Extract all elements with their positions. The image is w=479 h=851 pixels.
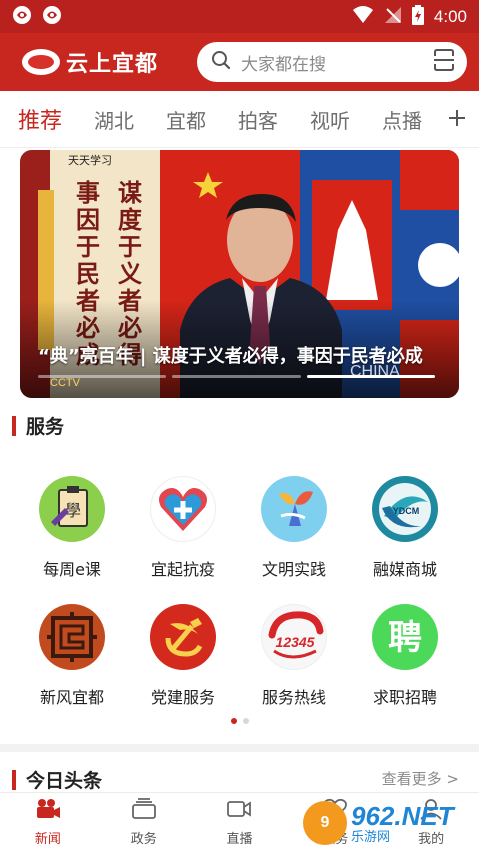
headlines-header: 今日头条	[12, 766, 102, 793]
service-label: 服务热线	[261, 688, 326, 707]
service-item-recruitment[interactable]: 聘 求职招聘	[350, 604, 460, 708]
status-bar: 4:00	[0, 0, 479, 33]
service-item-anti-epidemic[interactable]: 宜起抗疫	[128, 476, 238, 580]
headlines-title: 今日头条	[26, 770, 103, 792]
pattern-seal-icon	[39, 604, 105, 670]
section-marker	[12, 415, 16, 436]
banner-caption: “典”亮百年 | 谋度于义者必得，事因于民者必成	[38, 346, 423, 367]
nav-label: 直播	[226, 831, 253, 847]
news-banner[interactable]: 天天学习 事因于民者必成 谋度于义者必得 CCTV CHINA “典”亮百年 |…	[20, 150, 459, 398]
app-title: 云上宜都	[66, 52, 159, 77]
service-label: 文明实践	[261, 560, 326, 579]
search-icon	[211, 50, 231, 74]
service-label: 融媒商城	[372, 560, 437, 579]
watermark-sub: 乐游网	[351, 829, 391, 845]
scan-icon[interactable]	[433, 48, 455, 76]
service-item-party-building[interactable]: 党建服务	[128, 604, 238, 708]
government-icon	[131, 797, 157, 824]
tab-dianbo[interactable]: 点播	[382, 105, 422, 134]
page-dot[interactable]	[242, 718, 249, 724]
tab-shiting[interactable]: 视听	[310, 105, 350, 134]
svg-text:YDCM: YDCM	[393, 506, 420, 516]
service-label: 新风宜都	[39, 688, 104, 707]
scroll-header: 天天学习	[68, 153, 112, 167]
banner-indicator	[38, 375, 435, 378]
services-header: 服务	[12, 412, 64, 439]
service-item-new-style-yidu[interactable]: 新风宜都	[17, 604, 127, 708]
section-marker	[12, 769, 16, 790]
nav-live[interactable]: 直播	[192, 793, 288, 851]
nav-label: 政务	[130, 831, 157, 847]
status-system: 4:00	[352, 4, 467, 29]
clipboard-learn-icon: 學	[39, 476, 105, 542]
tab-yidu[interactable]: 宜都	[166, 105, 206, 134]
ydcm-mall-icon: YDCM	[372, 476, 438, 542]
hammer-sickle-icon	[150, 604, 216, 670]
notification-icon	[12, 5, 32, 29]
tab-paike[interactable]: 拍客	[238, 105, 278, 134]
tab-recommend[interactable]: 推荐	[18, 103, 62, 135]
recruit-icon: 聘	[372, 604, 438, 670]
banner-indicator-dot	[306, 375, 435, 378]
service-item-media-mall[interactable]: YDCM 融媒商城	[350, 476, 460, 580]
service-label: 求职招聘	[372, 688, 437, 707]
watermark-logo-icon: 9	[303, 801, 347, 845]
notification-icon	[42, 5, 62, 29]
logo-icon	[22, 49, 60, 75]
service-item-weekly-course[interactable]: 學 每周e课	[17, 476, 127, 580]
section-divider	[0, 744, 479, 752]
battery-charging-icon	[411, 4, 424, 29]
live-video-icon	[226, 798, 252, 824]
services-page-indicator	[0, 718, 479, 724]
site-watermark: 9 962.NET 乐游网	[303, 799, 473, 847]
service-label: 每周e课	[43, 560, 101, 579]
news-camera-icon	[35, 798, 61, 824]
heart-cross-icon	[150, 476, 216, 542]
banner-indicator-dot	[172, 375, 301, 378]
svg-text:12345: 12345	[276, 634, 315, 650]
service-label: 宜起抗疫	[150, 560, 215, 579]
tab-hubei[interactable]: 湖北	[94, 105, 134, 134]
see-more-link[interactable]: 查看更多 >	[382, 768, 459, 789]
add-channel-button[interactable]	[435, 91, 479, 147]
service-item-hotline[interactable]: 12345 服务热线	[239, 604, 349, 708]
app-screen: 4:00 云上宜都 大家都在搜 推荐 湖北 宜都 拍客 视听 点播 天天学习 事…	[0, 0, 479, 851]
nav-news[interactable]: 新闻	[0, 793, 96, 851]
status-time: 4:00	[433, 6, 467, 26]
app-header: 云上宜都 大家都在搜	[0, 33, 479, 91]
status-notifications	[12, 5, 62, 29]
nav-government[interactable]: 政务	[96, 793, 192, 851]
watermark-number: 962.NET	[351, 800, 454, 831]
svg-text:聘: 聘	[388, 618, 422, 658]
channel-tabs: 推荐 湖北 宜都 拍客 视听 点播	[0, 91, 479, 148]
wifi-icon	[352, 5, 374, 28]
service-label: 党建服务	[150, 688, 215, 707]
banner-indicator-dot	[38, 375, 167, 378]
nav-label: 新闻	[34, 831, 61, 847]
services-title: 服务	[26, 416, 65, 438]
tv-logo: CCTV	[50, 377, 81, 389]
service-item-civilization-practice[interactable]: 文明实践	[239, 476, 349, 580]
hotline-12345-icon: 12345	[261, 604, 327, 670]
search-bar[interactable]: 大家都在搜	[197, 42, 467, 82]
bottom-navigation: 新闻 政务 直播 服务 我的 9	[0, 792, 479, 851]
page-dot[interactable]	[230, 718, 237, 724]
civilization-practice-icon	[261, 476, 327, 542]
plus-icon	[447, 108, 467, 132]
search-placeholder: 大家都在搜	[241, 54, 326, 75]
app-logo: 云上宜都	[22, 46, 158, 78]
no-signal-icon	[384, 6, 402, 28]
